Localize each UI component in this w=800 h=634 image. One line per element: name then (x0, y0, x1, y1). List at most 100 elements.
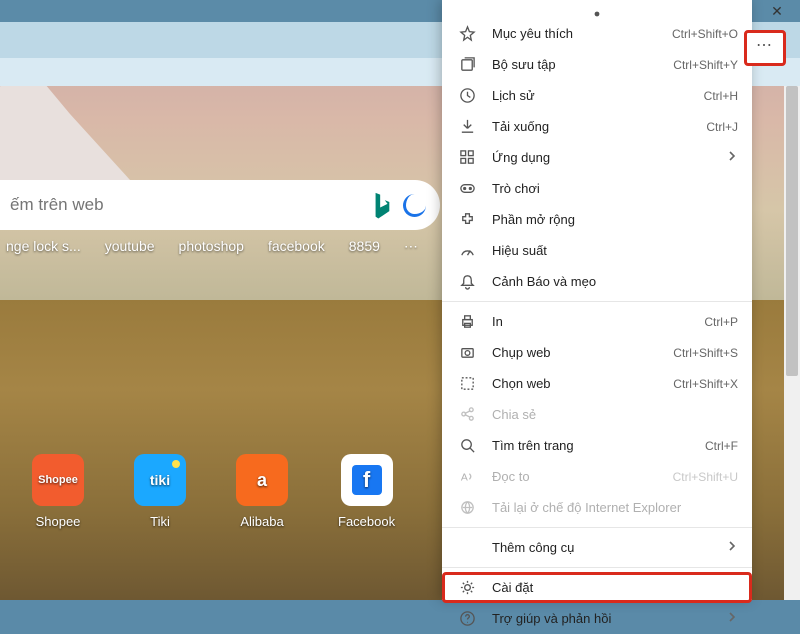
menu-item-shortcut: Ctrl+P (704, 315, 738, 329)
menu-separator (442, 527, 752, 528)
search-box[interactable] (0, 180, 440, 230)
facebook-logo-icon: f (341, 454, 393, 506)
menu-item-shortcut: Ctrl+H (704, 89, 738, 103)
quick-link[interactable]: photoshop (179, 238, 244, 255)
menu-item-label: Hiệu suất (492, 243, 738, 258)
print-icon (458, 313, 476, 331)
menu-item-label: Đọc to (492, 469, 673, 484)
menu-item-shortcut: Ctrl+F (705, 439, 738, 453)
menu-item-shortcut: Ctrl+Shift+X (673, 377, 738, 391)
menu-item-label: Trợ giúp và phản hồi (492, 611, 726, 626)
tile-label: Facebook (338, 514, 395, 529)
games-icon (458, 180, 476, 198)
menu-item-alerts[interactable]: Cảnh Báo và mẹo (442, 266, 752, 297)
tile-label: Alibaba (240, 514, 283, 529)
site-tile-alibaba[interactable]: a Alibaba (236, 454, 288, 529)
menu-item-label: Phần mở rộng (492, 212, 738, 227)
menu-item-shortcut: Ctrl+Shift+Y (673, 58, 738, 72)
performance-icon (458, 242, 476, 260)
menu-item-label: Tải xuống (492, 119, 706, 134)
menu-item-shortcut: Ctrl+Shift+U (673, 470, 738, 484)
ie-icon (458, 499, 476, 517)
menu-item-shortcut: Ctrl+Shift+S (673, 346, 738, 360)
capture-icon (458, 344, 476, 362)
menu-item-label: Ứng dụng (492, 150, 726, 165)
alibaba-logo-icon: a (236, 454, 288, 506)
chevron-right-icon (726, 150, 738, 165)
menu-item-settings[interactable]: Cài đặt (442, 572, 752, 603)
shopee-logo-icon: Shopee (32, 454, 84, 506)
menu-item-apps[interactable]: Ứng dụng (442, 142, 752, 173)
alerts-icon (458, 273, 476, 291)
site-tiles-row: Shopee Shopee tiki Tiki a Alibaba f Face… (32, 454, 395, 529)
menu-item-help[interactable]: Trợ giúp và phản hồi (442, 603, 752, 634)
download-icon (458, 118, 476, 136)
menu-item-print[interactable]: InCtrl+P (442, 306, 752, 337)
menu-item-label: In (492, 314, 704, 329)
menu-item-collection[interactable]: Bộ sưu tậpCtrl+Shift+Y (442, 49, 752, 80)
star-icon (458, 25, 476, 43)
quick-link[interactable]: facebook (268, 238, 325, 255)
menu-item-games[interactable]: Trò chơi (442, 173, 752, 204)
search-input[interactable] (0, 194, 371, 216)
site-tile-facebook[interactable]: f Facebook (338, 454, 395, 529)
menu-item-history[interactable]: Lịch sửCtrl+H (442, 80, 752, 111)
svg-text:A: A (460, 472, 467, 483)
read-icon: A (458, 468, 476, 486)
quick-link[interactable]: nge lock s... (6, 238, 81, 255)
quick-links-row: nge lock s... youtube photoshop facebook… (0, 238, 420, 255)
menu-item-label: Tìm trên trang (492, 438, 705, 453)
menu-item-shortcut: Ctrl+J (706, 120, 738, 134)
menu-item-label: Trò chơi (492, 181, 738, 196)
tile-label: Tiki (150, 514, 170, 529)
share-icon (458, 406, 476, 424)
settings-icon (458, 579, 476, 597)
menu-item-ie: Tải lại ở chế độ Internet Explorer (442, 492, 752, 523)
bing-logo-icon (371, 191, 393, 219)
page-scrollbar[interactable] (784, 86, 800, 600)
apps-icon (458, 149, 476, 167)
help-icon (458, 610, 476, 628)
scrollbar-thumb[interactable] (786, 86, 798, 376)
menu-item-label: Cảnh Báo và mẹo (492, 274, 738, 289)
menu-item-label: Thêm công cụ (492, 540, 726, 555)
more-menu-button[interactable]: ⋯ (744, 30, 786, 66)
menu-item-performance[interactable]: Hiệu suất (442, 235, 752, 266)
quick-links-more-icon[interactable]: ⋯ (404, 238, 420, 255)
tiki-logo-icon: tiki (134, 454, 186, 506)
quick-link[interactable]: 8859 (349, 238, 380, 255)
site-tile-tiki[interactable]: tiki Tiki (134, 454, 186, 529)
settings-menu: Mục yêu thíchCtrl+Shift+OBộ sưu tậpCtrl+… (442, 0, 752, 600)
menu-item-label: Bộ sưu tập (492, 57, 673, 72)
find-icon (458, 437, 476, 455)
menu-item-label: Cài đặt (492, 580, 738, 595)
chevron-right-icon (726, 540, 738, 555)
menu-item-share: Chia sẻ (442, 399, 752, 430)
menu-item-more-tools[interactable]: Thêm công cụ (442, 532, 752, 563)
menu-item-star[interactable]: Mục yêu thíchCtrl+Shift+O (442, 18, 752, 49)
menu-separator (442, 301, 752, 302)
quick-link[interactable]: youtube (105, 238, 155, 255)
collection-icon (458, 56, 476, 74)
menu-item-label: Chia sẻ (492, 407, 738, 422)
tile-label: Shopee (36, 514, 81, 529)
menu-item-find[interactable]: Tìm trên trangCtrl+F (442, 430, 752, 461)
menu-item-label: Lịch sử (492, 88, 704, 103)
search-icon[interactable] (403, 194, 426, 217)
menu-item-download[interactable]: Tải xuốngCtrl+J (442, 111, 752, 142)
menu-item-label: Tải lại ở chế độ Internet Explorer (492, 500, 738, 515)
select-icon (458, 375, 476, 393)
history-icon (458, 87, 476, 105)
menu-item-label: Chụp web (492, 345, 673, 360)
extensions-icon (458, 211, 476, 229)
menu-item-extensions[interactable]: Phần mở rộng (442, 204, 752, 235)
menu-separator (442, 567, 752, 568)
menu-item-capture[interactable]: Chụp webCtrl+Shift+S (442, 337, 752, 368)
menu-item-label: Chọn web (492, 376, 673, 391)
chevron-right-icon (726, 611, 738, 626)
menu-item-label: Mục yêu thích (492, 26, 672, 41)
menu-pin-icon (593, 6, 601, 14)
window-close-button[interactable]: ✕ (754, 0, 800, 22)
site-tile-shopee[interactable]: Shopee Shopee (32, 454, 84, 529)
menu-item-select[interactable]: Chọn webCtrl+Shift+X (442, 368, 752, 399)
